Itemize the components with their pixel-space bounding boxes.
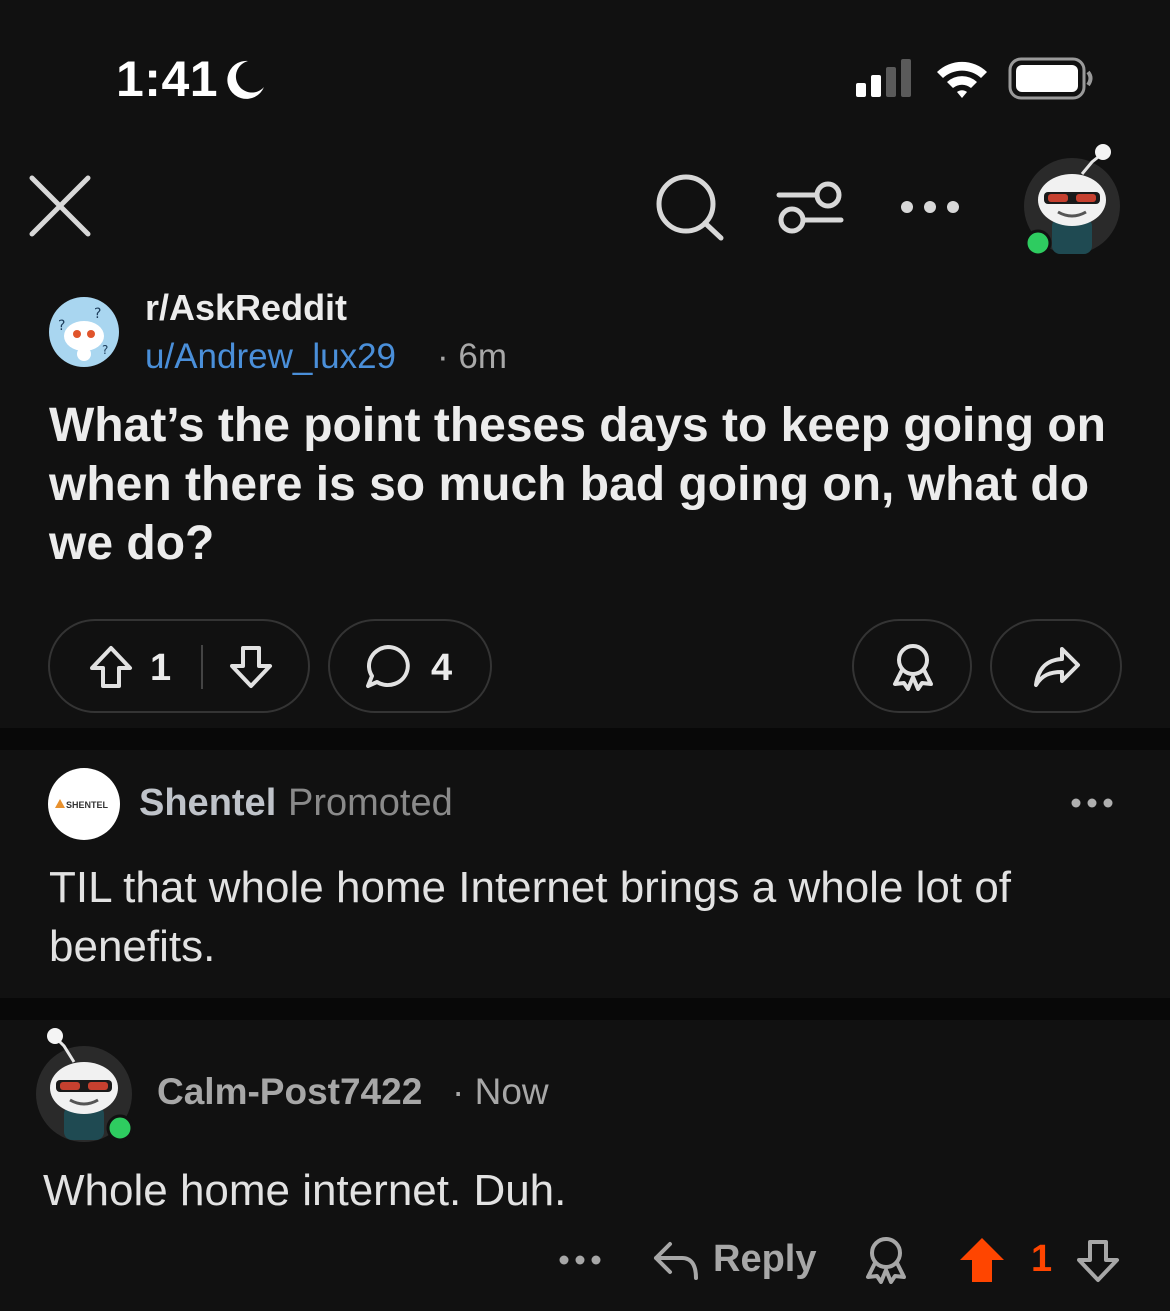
section-divider [0, 998, 1170, 1020]
svg-text:?: ? [102, 343, 108, 357]
advertiser-name[interactable]: Shentel [139, 782, 276, 825]
sort-options-icon[interactable] [775, 178, 845, 238]
comment-age-value: Now [474, 1071, 549, 1112]
comment-icon [366, 645, 410, 688]
reply-icon[interactable] [652, 1238, 700, 1284]
close-icon[interactable] [28, 174, 92, 238]
vote-count: 1 [150, 647, 172, 689]
logo-text: SHENTEL [66, 800, 109, 810]
share-icon [1034, 647, 1080, 687]
award-button[interactable] [852, 619, 972, 713]
post-author[interactable]: u/Andrew_lux29 [145, 337, 396, 377]
search-icon[interactable] [655, 173, 725, 241]
vote-pill: 1 [48, 619, 310, 713]
vote-divider [201, 645, 203, 689]
status-time: 1:41 [116, 51, 219, 107]
more-options-icon[interactable] [898, 197, 962, 217]
comment-age: · Now [452, 1071, 549, 1112]
comment-downvote-icon[interactable] [1075, 1238, 1121, 1284]
user-avatar[interactable] [1022, 140, 1132, 260]
promoted-text[interactable]: TIL that whole home Internet brings a wh… [49, 858, 1129, 976]
downvote-icon[interactable] [228, 644, 274, 690]
comment-text: Whole home internet. Duh. [43, 1166, 567, 1215]
award-icon [893, 644, 933, 691]
post-title: What’s the point theses days to keep goi… [49, 399, 1106, 570]
moon-icon [227, 60, 264, 99]
post-age-value: 6m [458, 337, 508, 376]
comment-more-icon[interactable] [558, 1253, 602, 1267]
comment-award-icon[interactable] [863, 1236, 909, 1284]
wifi-icon [937, 61, 987, 98]
promo-more-icon[interactable] [1070, 796, 1114, 810]
advertiser-logo[interactable]: SHENTEL [48, 768, 120, 840]
svg-text:?: ? [58, 318, 65, 334]
comment-author[interactable]: Calm-Post7422 [157, 1071, 422, 1113]
shentel-logo: SHENTEL [55, 799, 109, 810]
comment-upvote-icon[interactable] [958, 1236, 1006, 1284]
comments-button[interactable]: 4 [328, 619, 492, 713]
share-button[interactable] [990, 619, 1122, 713]
section-divider [0, 728, 1170, 750]
comment-score: 1 [1031, 1238, 1053, 1280]
comment-count: 4 [431, 647, 453, 689]
subreddit-name[interactable]: r/AskReddit [145, 287, 347, 329]
subreddit-icon[interactable]: ? ? ? [48, 296, 120, 368]
promoted-badge: Promoted [288, 782, 453, 824]
battery-icon [1008, 57, 1093, 100]
signal-icon [856, 59, 911, 97]
upvote-icon[interactable] [88, 644, 134, 690]
svg-text:?: ? [94, 306, 101, 322]
post-age: · 6m [437, 337, 508, 376]
reply-button[interactable]: Reply [713, 1238, 816, 1281]
commenter-avatar[interactable] [34, 1024, 144, 1144]
